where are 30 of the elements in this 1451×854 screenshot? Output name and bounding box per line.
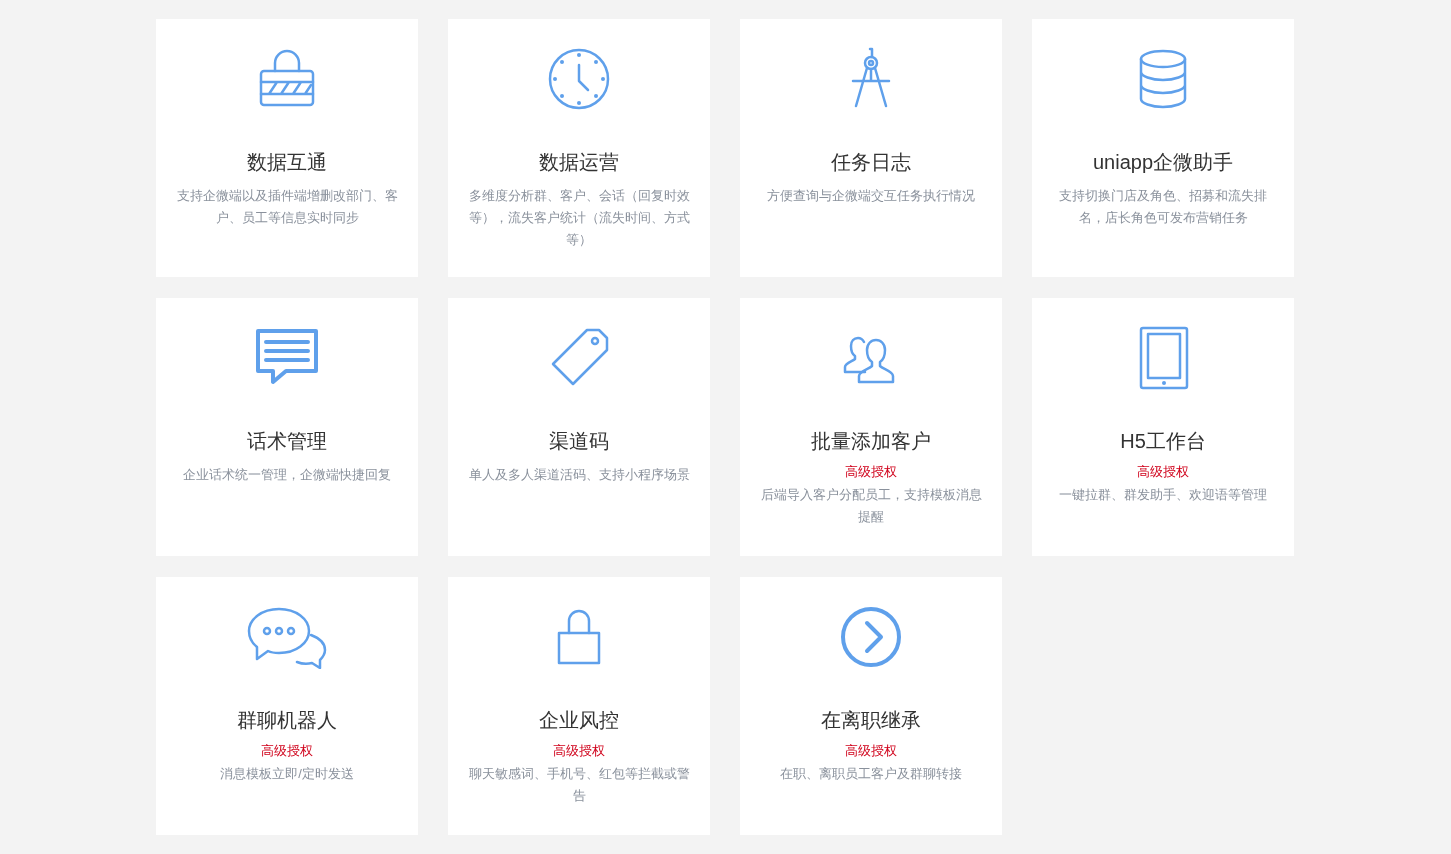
feature-description: 单人及多人渠道活码、支持小程序场景: [468, 466, 690, 484]
feature-title: 批量添加客户: [811, 429, 931, 454]
premium-label: 高级授权: [261, 742, 313, 760]
feature-description: 方便查询与企微端交互任务执行情况: [767, 187, 975, 205]
feature-title: 企业风控: [539, 708, 619, 733]
premium-label: 高级授权: [845, 742, 897, 760]
feature-title: 在离职继承: [821, 708, 921, 733]
feature-description: 支持切换门店及角色、招募和流失排名，店长角色可发布营销任务: [1058, 187, 1268, 227]
chat-bubbles-icon: [245, 605, 329, 669]
premium-label: 高级授权: [845, 463, 897, 481]
chevron-circle-icon: [839, 605, 903, 669]
feature-title: 渠道码: [549, 429, 609, 454]
feature-title: 群聊机器人: [237, 708, 337, 733]
premium-label: 高级授权: [553, 742, 605, 760]
feature-title: 任务日志: [831, 150, 911, 175]
feature-title: uniapp企微助手: [1092, 150, 1234, 175]
feature-description: 企业话术统一管理，企微端快捷回复: [183, 466, 391, 484]
feature-description: 后端导入客户分配员工，支持模板消息提醒: [759, 486, 983, 526]
feature-description: 支持企微端以及插件端增删改部门、客户、员工等信息实时同步: [175, 187, 399, 227]
feature-description: 在职、离职员工客户及群聊转接: [780, 765, 962, 783]
feature-title: 数据运营: [539, 150, 619, 175]
feature-title: H5工作台: [1120, 429, 1206, 454]
feature-title: 数据互通: [247, 150, 327, 175]
feature-description: 多维度分析群、客户、会话（回复时效等），流失客户统计（流失时间、方式等）: [467, 187, 691, 249]
feature-title: 话术管理: [247, 429, 327, 454]
feature-description: 一键拉群、群发助手、欢迎语等管理: [1059, 486, 1267, 504]
feature-description: 消息模板立即/定时发送: [220, 765, 354, 783]
clock-icon: [547, 47, 611, 111]
premium-label: 高级授权: [1137, 463, 1189, 481]
feature-description: 聊天敏感词、手机号、红包等拦截或警告: [467, 765, 691, 805]
